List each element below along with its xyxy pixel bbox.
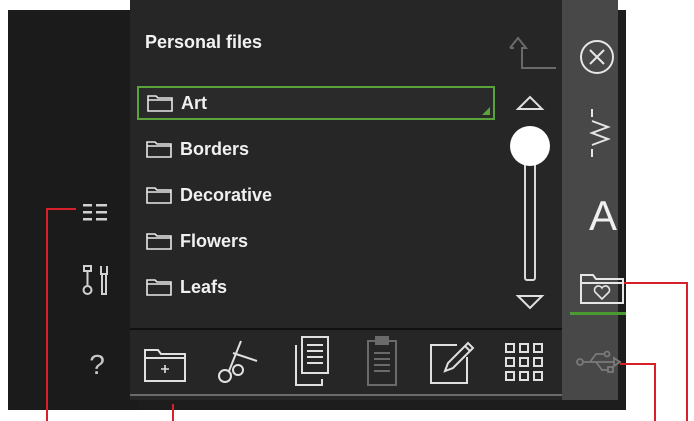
help-icon[interactable]: ? — [82, 348, 112, 382]
paste-icon — [360, 334, 404, 390]
file-label: Borders — [180, 138, 250, 159]
list-item[interactable]: Borders — [137, 132, 495, 166]
usb-icon[interactable] — [574, 344, 626, 380]
grid-view-icon[interactable] — [502, 340, 546, 384]
folder-icon — [146, 279, 172, 296]
bottom-divider — [130, 394, 562, 396]
list-item[interactable]: Art — [137, 86, 495, 120]
copy-icon[interactable] — [290, 334, 334, 390]
scroll-down-icon[interactable] — [515, 293, 545, 316]
folder-icon — [147, 95, 173, 112]
file-label: Art — [181, 92, 207, 113]
rename-icon[interactable] — [426, 336, 478, 388]
scroll-up-icon[interactable] — [515, 94, 545, 117]
list-item[interactable]: Flowers — [137, 224, 495, 258]
selection-corner — [482, 107, 490, 115]
new-folder-icon[interactable] — [140, 342, 190, 386]
stitch-icon[interactable] — [580, 104, 620, 160]
page-title: Personal files — [145, 32, 263, 52]
list-item[interactable]: Leafs — [137, 270, 495, 304]
list-view-icon[interactable] — [75, 198, 115, 228]
scroll-thumb[interactable] — [510, 126, 550, 166]
folder-up-icon[interactable] — [500, 30, 558, 78]
callout-line — [686, 282, 688, 421]
callout-line — [654, 363, 656, 421]
file-list: Art Borders Decorative Flowers Leafs — [137, 86, 495, 316]
left-strip — [8, 10, 138, 410]
cut-icon[interactable] — [212, 336, 264, 388]
callout-line — [620, 363, 656, 365]
callout-line — [624, 282, 688, 284]
file-label: Flowers — [180, 230, 249, 251]
tools-icon[interactable] — [78, 262, 114, 298]
folder-icon — [146, 187, 172, 204]
callout-line — [46, 208, 48, 421]
file-label: Decorative — [180, 184, 273, 205]
callout-line — [46, 208, 76, 210]
toolbar-divider — [130, 328, 562, 330]
folder-icon — [146, 141, 172, 158]
personal-folder-icon[interactable] — [578, 268, 626, 308]
file-label: Leafs — [180, 276, 228, 297]
close-icon[interactable] — [572, 32, 622, 82]
folder-icon — [146, 233, 172, 250]
active-tab-indicator — [570, 312, 626, 315]
font-icon[interactable]: A — [580, 188, 626, 244]
list-item[interactable]: Decorative — [137, 178, 495, 212]
callout-line — [172, 404, 174, 421]
